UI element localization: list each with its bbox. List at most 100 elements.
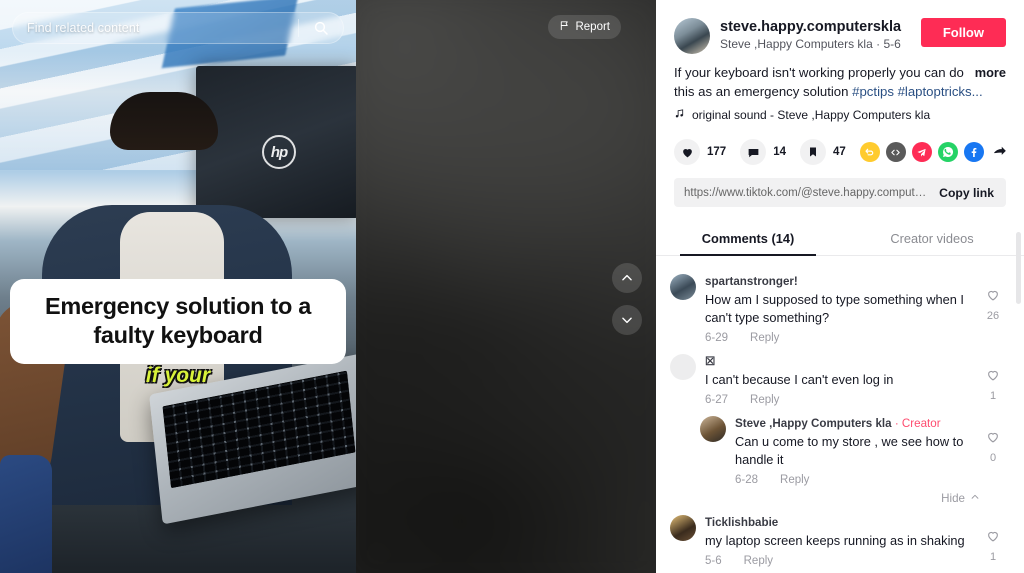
like-stat[interactable]: 177 xyxy=(674,139,727,166)
comment-stat[interactable]: 14 xyxy=(740,139,786,166)
comment-meta: 6-29 Reply xyxy=(705,332,971,344)
report-button[interactable]: Report xyxy=(548,15,621,39)
commenter-name-text: Steve ,Happy Computers kla xyxy=(735,417,892,431)
commenter-avatar[interactable] xyxy=(700,416,726,443)
comment-like-column: 26 xyxy=(980,274,1006,344)
comment-date: 6-29 xyxy=(705,332,729,345)
comment-item: Ticklishbabie my laptop screen keeps run… xyxy=(670,507,1006,569)
engagement-stats-row: 177 14 47 xyxy=(656,122,1024,166)
commenter-name[interactable]: ☒ xyxy=(705,354,971,370)
follow-button[interactable]: Follow xyxy=(920,18,1006,47)
reply-button[interactable]: Reply xyxy=(744,555,773,567)
share-targets-row xyxy=(859,142,1010,163)
comment-like-column: 1 xyxy=(980,515,1006,567)
author-nickname: Steve ,Happy Computers kla xyxy=(720,37,873,52)
hashtag-links[interactable]: #pctips #laptoptricks... xyxy=(852,84,982,99)
facebook-icon[interactable] xyxy=(963,142,984,163)
more-button[interactable]: more xyxy=(975,64,1006,82)
hp-brand-logo: hp xyxy=(262,135,296,169)
tab-creator-videos[interactable]: Creator videos xyxy=(840,221,1024,255)
video-person-hair xyxy=(110,92,218,150)
comment-reply-item: Steve ,Happy Computers kla · Creator Can… xyxy=(670,408,1006,488)
commenter-name[interactable]: Steve ,Happy Computers kla · Creator xyxy=(735,416,971,432)
reply-button[interactable]: Reply xyxy=(750,394,779,406)
related-content-search-bar[interactable]: Find related content xyxy=(12,12,344,44)
bookmark-count: 47 xyxy=(832,146,846,159)
commenter-name[interactable]: spartanstronger! xyxy=(705,274,971,290)
heart-outline-icon[interactable] xyxy=(986,430,1000,449)
video-player-pane[interactable]: hp Find related content Emergency soluti… xyxy=(0,0,356,573)
comment-date: 6-27 xyxy=(705,394,729,407)
author-handle[interactable]: steve.happy.computerskla xyxy=(720,18,911,36)
share-arrow-icon[interactable] xyxy=(990,142,1010,162)
commenter-avatar[interactable] xyxy=(670,274,696,301)
author-header: steve.happy.computerskla Steve ,Happy Co… xyxy=(656,0,1024,54)
chevron-up-icon xyxy=(970,492,980,505)
embed-code-icon[interactable] xyxy=(885,142,906,163)
comment-like-count: 1 xyxy=(989,551,997,564)
info-panel-tabs: Comments (14) Creator videos xyxy=(656,221,1024,257)
video-description: more If your keyboard isn't working prop… xyxy=(656,54,1024,101)
comment-body: Steve ,Happy Computers kla · Creator Can… xyxy=(735,416,971,486)
video-caption-overlay: Emergency solution to a faulty keyboard xyxy=(10,279,346,365)
music-label: original sound - Steve ,Happy Computers … xyxy=(692,108,931,123)
reply-button[interactable]: Reply xyxy=(750,332,779,344)
comment-reply-item: Steve ,Happy Computers kla · Creator Its… xyxy=(670,569,1006,573)
reply-button[interactable]: Reply xyxy=(780,474,809,486)
commenter-avatar[interactable] xyxy=(670,354,696,381)
commenter-name[interactable]: Ticklishbabie xyxy=(705,515,971,531)
tiktok-video-page: hp Find related content Emergency soluti… xyxy=(0,0,1024,573)
comment-body: Ticklishbabie my laptop screen keeps run… xyxy=(705,515,971,567)
video-info-panel: steve.happy.computerskla Steve ,Happy Co… xyxy=(656,0,1024,573)
comment-body: spartanstronger! How am I supposed to ty… xyxy=(705,274,971,344)
heart-icon[interactable] xyxy=(674,139,700,166)
video-navigation-controls xyxy=(612,263,642,335)
comment-like-count: 26 xyxy=(986,310,1000,323)
heart-outline-icon[interactable] xyxy=(986,288,1000,307)
like-count: 177 xyxy=(707,146,727,159)
telegram-icon[interactable] xyxy=(911,142,932,163)
laptop-keyboard-detail xyxy=(162,370,356,489)
comments-scrollbar[interactable] xyxy=(1016,232,1021,304)
hide-label: Hide xyxy=(941,492,965,506)
comment-item: ☒ I can't because I can't even log in 6-… xyxy=(670,346,1006,408)
comment-text: my laptop screen keeps running as in sha… xyxy=(705,532,965,548)
commenter-avatar[interactable] xyxy=(670,515,696,542)
video-subtitle-overlay: if your xyxy=(145,364,211,387)
comment-like-column: 0 xyxy=(980,416,1006,486)
copy-link-button[interactable]: Copy link xyxy=(927,186,1006,200)
heart-outline-icon[interactable] xyxy=(986,368,1000,387)
comment-date: 6-28 xyxy=(735,474,759,487)
search-icon[interactable] xyxy=(299,13,343,43)
blurred-video-backdrop xyxy=(356,0,656,573)
comment-text: How am I supposed to type something when… xyxy=(705,292,964,326)
comment-item: spartanstronger! How am I supposed to ty… xyxy=(670,266,1006,346)
author-name-block: steve.happy.computerskla Steve ,Happy Co… xyxy=(720,18,911,51)
comment-bubble-icon[interactable] xyxy=(740,139,767,166)
author-nickname-and-date: Steve ,Happy Computers kla · 5-6 xyxy=(720,37,911,51)
comment-meta: 6-28 Reply xyxy=(735,474,971,486)
meta-separator: · xyxy=(876,37,881,52)
bookmark-icon[interactable] xyxy=(799,139,826,166)
video-chair-detail xyxy=(0,455,52,573)
tab-comments[interactable]: Comments (14) xyxy=(656,221,840,255)
flag-icon xyxy=(559,20,570,34)
heart-outline-icon[interactable] xyxy=(986,529,1000,548)
hide-replies-button[interactable]: Hide xyxy=(670,488,1006,507)
post-date: 5-6 xyxy=(883,37,901,52)
bookmark-stat[interactable]: 47 xyxy=(799,139,846,166)
comment-meta: 6-27 Reply xyxy=(705,394,971,406)
whatsapp-icon[interactable] xyxy=(937,142,958,163)
next-video-button[interactable] xyxy=(612,305,642,335)
music-note-icon xyxy=(674,108,685,122)
video-url-field[interactable]: https://www.tiktok.com/@steve.happy.comp… xyxy=(674,187,927,199)
author-avatar[interactable] xyxy=(674,18,710,54)
comment-like-column: 1 xyxy=(980,354,1006,406)
previous-video-button[interactable] xyxy=(612,263,642,293)
comment-like-count: 0 xyxy=(989,452,997,465)
comment-text: I can't because I can't even log in xyxy=(705,372,894,388)
comment-meta: 5-6 Reply xyxy=(705,555,971,567)
music-attribution[interactable]: original sound - Steve ,Happy Computers … xyxy=(656,101,1024,122)
repost-icon[interactable] xyxy=(859,142,880,163)
search-input[interactable]: Find related content xyxy=(13,21,298,35)
